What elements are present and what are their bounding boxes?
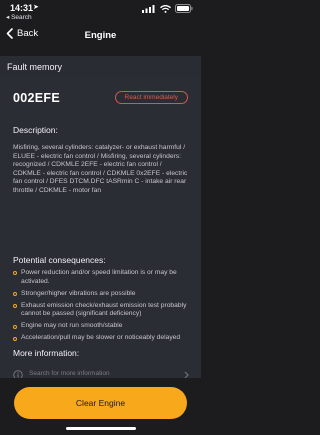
list-item: Acceleration/pull may be slower or notic… [13, 334, 189, 343]
more-info-heading: More information: [13, 348, 80, 358]
bullet-icon [13, 336, 17, 341]
signal-icon [142, 4, 155, 13]
consequence-text: Engine may not run smooth/stable [21, 322, 123, 330]
back-to-app-link[interactable]: ◂ Search [6, 13, 32, 21]
list-item: Power reduction and/or speed limitation … [13, 269, 189, 286]
severity-badge: React immediately [114, 91, 188, 104]
battery-icon [175, 4, 193, 13]
consequences-list: Power reduction and/or speed limitation … [13, 269, 189, 346]
home-indicator [66, 427, 136, 430]
description-heading: Description: [13, 125, 58, 135]
fault-code: 002EFE [13, 91, 60, 105]
location-arrow-icon: ➤ [33, 4, 39, 11]
consequence-text: Power reduction and/or speed limitation … [21, 269, 177, 285]
bullet-icon [13, 324, 17, 329]
consequence-text: Exhaust emission check/exhaust emission … [21, 301, 187, 318]
bullet-icon [13, 303, 17, 308]
chevron-right-icon [184, 371, 189, 378]
consequence-text: Stronger/higher vibrations are possible [21, 289, 136, 297]
list-item: Stronger/higher vibrations are possible [13, 290, 189, 299]
bullet-icon [13, 291, 17, 296]
list-item: Exhaust emission check/exhaust emission … [13, 302, 189, 319]
wifi-icon [160, 4, 171, 13]
status-bar: 14:31 ➤ ◂ Search [0, 0, 201, 24]
clear-engine-button[interactable]: Clear Engine [14, 387, 187, 419]
info-icon [13, 370, 23, 378]
description-text: Misfiring, several cylinders: catalyzer-… [13, 144, 188, 194]
section-header-fault-memory: Fault memory [0, 56, 201, 78]
consequences-heading: Potential consequences: [13, 255, 106, 265]
fault-card: 002EFE React immediately Description: Mi… [0, 78, 201, 378]
navigation-bar: Back Engine [0, 24, 201, 50]
status-time: 14:31 [10, 3, 34, 13]
bullet-icon [13, 271, 17, 276]
consequence-text: Acceleration/pull may be slower or notic… [21, 334, 181, 342]
page-title: Engine [84, 30, 117, 41]
status-icons [142, 4, 193, 13]
search-more-info-link[interactable]: Search for more information [13, 369, 189, 378]
list-item: Engine may not run smooth/stable [13, 322, 189, 331]
search-more-info-label: Search for more information [29, 370, 110, 377]
